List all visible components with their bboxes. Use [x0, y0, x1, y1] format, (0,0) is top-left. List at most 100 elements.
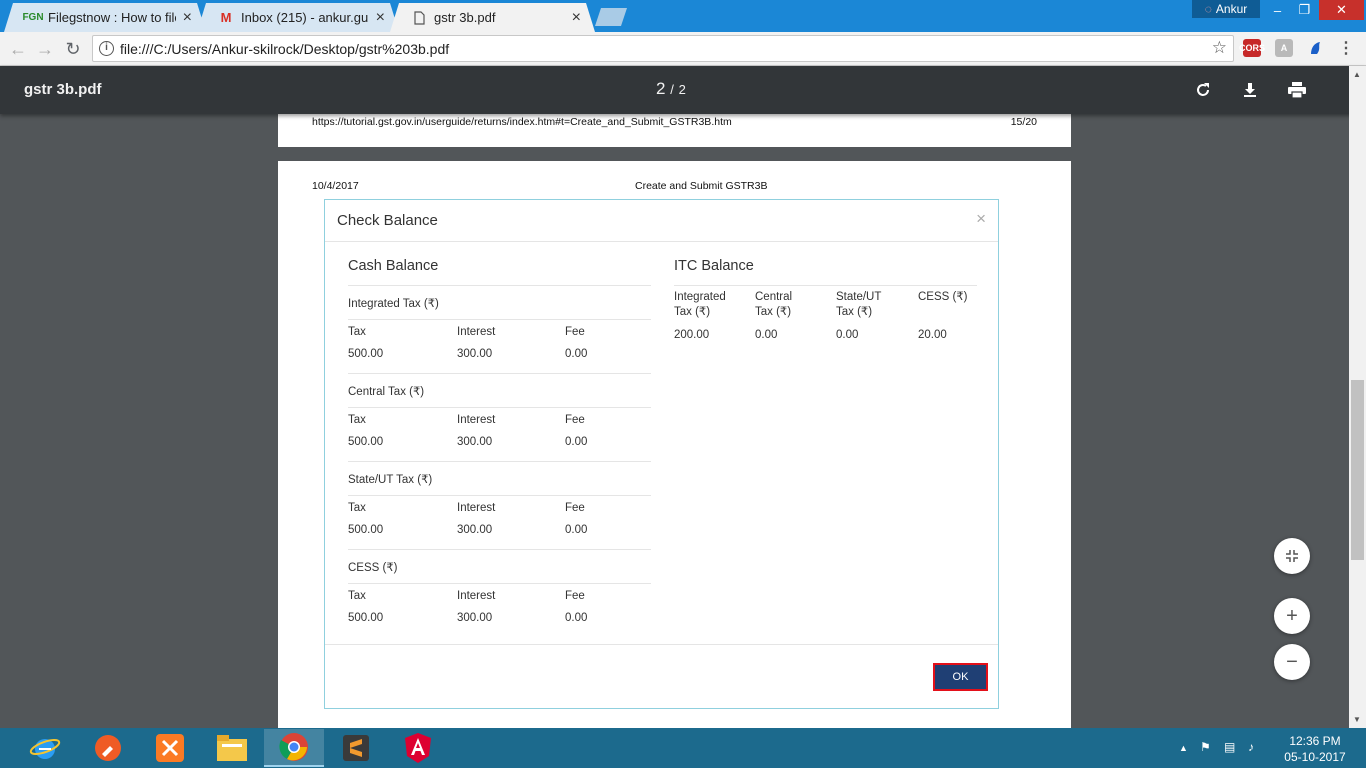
reload-button[interactable]: ↻ — [61, 37, 85, 61]
page-separator: / — [670, 82, 674, 97]
system-clock[interactable]: 12:36 PM 05-10-2017 — [1275, 733, 1355, 765]
header-tax: Tax — [348, 414, 366, 426]
clock-date: 05-10-2017 — [1284, 750, 1346, 764]
forward-button[interactable]: → — [33, 37, 57, 61]
window-close-button[interactable]: ✕ — [1319, 0, 1364, 20]
new-tab-button[interactable] — [595, 8, 627, 26]
menu-icon[interactable]: ⋮ — [1337, 39, 1355, 57]
tab-filegstnow[interactable]: FGN Filegstnow : How to file GSTR 3B × — [4, 3, 206, 32]
dialog-header: Check Balance × — [325, 200, 998, 242]
volume-icon[interactable]: ♪ — [1248, 740, 1254, 754]
download-icon[interactable] — [1238, 78, 1262, 102]
pdf-viewer[interactable]: https://tutorial.gst.gov.in/userguide/re… — [0, 114, 1366, 728]
group-title: Central Tax (₹) — [348, 374, 651, 408]
profile-button[interactable]: ◌ Ankur — [1192, 0, 1260, 18]
print-icon[interactable] — [1285, 78, 1309, 102]
value-state-ut-tax: 0.00 — [836, 329, 859, 341]
browser-toolbar: ← → ↻ i file:///C:/Users/Ankur-skilrock/… — [0, 32, 1366, 66]
header-central-tax: Central Tax (₹) — [755, 291, 793, 318]
gmail-favicon-icon: M — [220, 10, 232, 25]
header-interest: Interest — [457, 326, 496, 338]
xampp-icon[interactable] — [140, 729, 200, 767]
value-fee: 0.00 — [565, 348, 588, 360]
dialog-title: Check Balance — [337, 212, 438, 229]
header-fee: Fee — [565, 590, 585, 602]
total-pages: 2 — [678, 82, 686, 97]
tab-close-icon[interactable]: × — [183, 9, 192, 27]
value-tax: 500.00 — [348, 524, 384, 536]
value-interest: 300.00 — [457, 612, 493, 624]
restore-button[interactable]: ❐ — [1291, 0, 1318, 20]
header-cess: CESS (₹) — [918, 291, 968, 303]
postman-icon[interactable] — [78, 729, 138, 767]
header-integrated-tax: Integrated Tax (₹) — [674, 291, 726, 318]
address-url[interactable]: file:///C:/Users/Ankur-skilrock/Desktop/… — [120, 41, 449, 57]
zoom-in-icon[interactable]: + — [1274, 598, 1310, 634]
browser-titlebar: FGN Filegstnow : How to file GSTR 3B × M… — [0, 0, 1366, 32]
balance-row: Tax Interest Fee 500.00 300.00 0.00 — [348, 408, 651, 462]
cash-balance-title: Cash Balance — [348, 258, 651, 286]
group-title: CESS (₹) — [348, 550, 651, 584]
header-fee: Fee — [565, 414, 585, 426]
header-fee: Fee — [565, 502, 585, 514]
tab-title: gstr 3b.pdf — [434, 10, 496, 25]
group-title: State/UT Tax (₹) — [348, 462, 651, 496]
zoom-out-icon[interactable]: − — [1274, 644, 1310, 680]
profile-name: Ankur — [1215, 2, 1248, 16]
address-bar[interactable]: i file:///C:/Users/Ankur-skilrock/Deskto… — [92, 35, 1234, 62]
fit-to-page-icon[interactable] — [1274, 538, 1310, 574]
page-header-date: 10/4/2017 — [312, 180, 359, 192]
value-cess: 20.00 — [918, 329, 947, 341]
group-title: Integrated Tax (₹) — [348, 286, 651, 320]
tab-gmail-inbox[interactable]: M Inbox (215) - ankur.gupta@ × — [197, 3, 399, 32]
action-center-icon[interactable]: ⚑ — [1200, 740, 1211, 754]
rotate-icon[interactable] — [1191, 78, 1215, 102]
value-interest: 300.00 — [457, 348, 493, 360]
balance-row: Tax Interest Fee 500.00 300.00 0.00 — [348, 584, 651, 638]
document-icon — [410, 10, 428, 26]
sublime-icon[interactable] — [326, 729, 386, 767]
extension-icon[interactable] — [1307, 39, 1325, 57]
angular-icon[interactable] — [388, 729, 448, 767]
page-indicator: 2 / 2 — [656, 79, 686, 99]
value-central-tax: 0.00 — [755, 329, 778, 341]
balance-row: Tax Interest Fee 500.00 300.00 0.00 — [348, 320, 651, 374]
vertical-scrollbar[interactable]: ▲ ▼ — [1349, 66, 1366, 728]
tab-close-icon[interactable]: × — [376, 9, 385, 27]
chrome-icon[interactable] — [264, 729, 324, 767]
scrollbar-thumb[interactable] — [1351, 380, 1364, 560]
current-page[interactable]: 2 — [656, 79, 665, 98]
bookmark-star-icon[interactable]: ☆ — [1212, 38, 1227, 58]
tray-expand-icon[interactable]: ▲ — [1179, 743, 1188, 753]
info-icon[interactable]: i — [99, 41, 114, 56]
header-fee: Fee — [565, 326, 585, 338]
page-footer-url: https://tutorial.gst.gov.in/userguide/re… — [312, 116, 732, 128]
header-interest: Interest — [457, 590, 496, 602]
value-integrated-tax: 200.00 — [674, 329, 710, 341]
clock-time: 12:36 PM — [1289, 734, 1341, 748]
filegstnow-favicon-icon: FGN — [22, 12, 44, 23]
angular-extension-icon[interactable]: A — [1275, 39, 1293, 57]
balance-row: Tax Interest Fee 500.00 300.00 0.00 — [348, 496, 651, 550]
network-icon[interactable]: ▤ — [1224, 740, 1235, 754]
value-interest: 300.00 — [457, 436, 493, 448]
pdf-toolbar: gstr 3b.pdf 2 / 2 — [0, 66, 1366, 114]
value-tax: 500.00 — [348, 436, 384, 448]
ie-icon[interactable] — [15, 729, 75, 767]
itc-balance-section: ITC Balance Integrated Tax (₹) Central Tax… — [674, 258, 977, 356]
file-explorer-icon[interactable] — [202, 729, 262, 767]
cash-balance-section: Cash Balance Integrated Tax (₹) Tax Inte… — [348, 258, 651, 638]
close-icon[interactable]: × — [976, 209, 986, 229]
header-state-ut-tax: State/UT Tax (₹) — [836, 291, 882, 318]
cors-extension-icon[interactable]: CORS — [1239, 39, 1265, 57]
header-interest: Interest — [457, 414, 496, 426]
tab-close-icon[interactable]: × — [572, 9, 581, 27]
scroll-up-icon[interactable]: ▲ — [1353, 70, 1361, 79]
ok-button[interactable]: OK — [933, 663, 988, 691]
scroll-down-icon[interactable]: ▼ — [1353, 715, 1361, 724]
back-button[interactable]: ← — [6, 37, 30, 61]
tab-gstr-pdf[interactable]: gstr 3b.pdf × — [390, 3, 595, 32]
minimize-button[interactable]: – — [1264, 0, 1291, 20]
user-icon: ◌ — [1204, 2, 1212, 16]
value-fee: 0.00 — [565, 524, 588, 536]
